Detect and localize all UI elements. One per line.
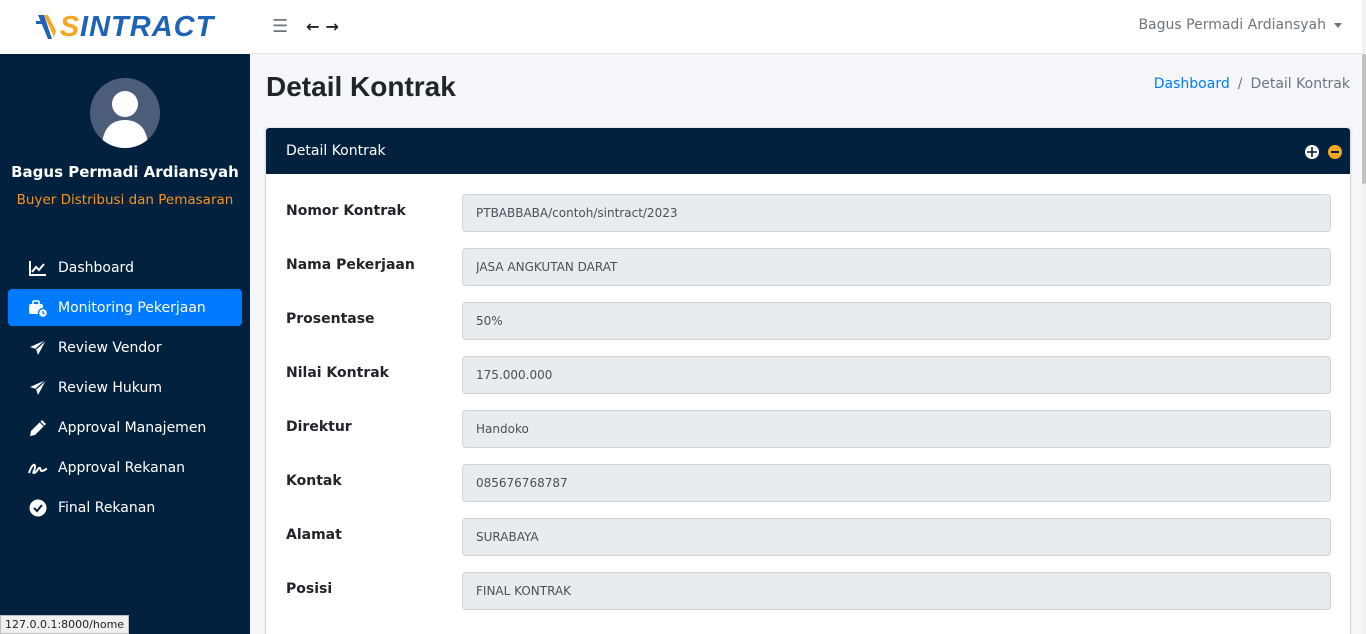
breadcrumb-separator: / (1237, 76, 1243, 92)
brand-name: SINTRACT (59, 10, 215, 43)
field-nomor-kontrak: Nomor Kontrak (286, 194, 1331, 232)
main-content: Detail Kontrak Dashboard / Detail Kontra… (250, 54, 1362, 634)
nomor-kontrak-input[interactable] (462, 194, 1331, 232)
field-prosentase: Prosentase (286, 302, 1331, 340)
page-scrollbar[interactable] (1362, 0, 1366, 634)
history-nav: ← → (306, 17, 339, 36)
sidebar-item-final-rekanan[interactable]: Final Rekanan (8, 489, 242, 526)
sidebar-item-monitoring-pekerjaan[interactable]: Monitoring Pekerjaan (8, 289, 242, 326)
breadcrumb-current: Detail Kontrak (1250, 76, 1350, 92)
breadcrumb-dashboard-link[interactable]: Dashboard (1154, 76, 1230, 92)
paper-plane-icon (28, 338, 48, 358)
field-label: Nama Pekerjaan (286, 257, 415, 273)
sidebar-item-label: Approval Manajemen (58, 419, 207, 436)
sidebar-item-approval-rekanan[interactable]: Approval Rekanan (8, 449, 242, 486)
logo-mark-icon (35, 15, 56, 39)
detail-kontrak-card: Detail Kontrak Nomor Kontrak Nama Pekerj… (266, 128, 1350, 634)
card-header: Detail Kontrak (266, 128, 1350, 174)
sidebar-item-review-vendor[interactable]: Review Vendor (8, 329, 242, 366)
sidebar-item-label: Monitoring Pekerjaan (58, 299, 206, 316)
brand-logo-area[interactable]: SINTRACT (0, 0, 250, 54)
signature-icon (28, 458, 48, 478)
sidebar-item-label: Dashboard (58, 259, 134, 276)
sidebar-item-label: Approval Rekanan (58, 459, 186, 476)
direktur-input[interactable] (462, 410, 1331, 448)
prosentase-input[interactable] (462, 302, 1331, 340)
chart-line-icon (28, 258, 48, 278)
field-alamat: Alamat (286, 518, 1331, 556)
posisi-input[interactable] (462, 572, 1331, 610)
top-navbar: ☰ ← → Bagus Permadi Ardiansyah (250, 0, 1362, 54)
nilai-kontrak-input[interactable] (462, 356, 1331, 394)
field-nilai-kontrak: Nilai Kontrak (286, 356, 1331, 394)
page-title: Detail Kontrak (266, 71, 456, 102)
field-label: Kontak (286, 473, 342, 489)
sidebar-item-approval-manajemen[interactable]: Approval Manajemen (8, 409, 242, 446)
field-nama-pekerjaan: Nama Pekerjaan (286, 248, 1331, 286)
sidebar-user-name: Bagus Permadi Ardiansyah (11, 163, 239, 181)
card-title: Detail Kontrak (286, 143, 386, 159)
sidebar-user-role: Buyer Distribusi dan Pemasaran (16, 192, 234, 208)
paper-plane-icon (28, 378, 48, 398)
card-tools (1305, 145, 1342, 159)
move-icon[interactable] (1305, 145, 1319, 159)
forward-arrow-icon[interactable]: → (326, 17, 339, 36)
briefcase-clock-icon (28, 298, 48, 318)
avatar (90, 78, 160, 148)
field-label: Alamat (286, 527, 342, 543)
scrollbar-thumb[interactable] (1362, 54, 1366, 184)
sidebar-item-review-hukum[interactable]: Review Hukum (8, 369, 242, 406)
hamburger-menu-icon[interactable]: ☰ (272, 17, 288, 36)
user-silhouette-icon (102, 91, 148, 148)
sidebar-menu: Dashboard Monitoring Pekerjaan Review Ve… (8, 249, 242, 529)
sidebar-item-dashboard[interactable]: Dashboard (8, 249, 242, 286)
sidebar-item-label: Final Rekanan (58, 499, 156, 516)
field-label: Prosentase (286, 311, 375, 327)
sidebar-item-label: Review Hukum (58, 379, 162, 396)
sidebar-item-label: Review Vendor (58, 339, 162, 356)
field-label: Nomor Kontrak (286, 203, 406, 219)
check-circle-icon (28, 498, 48, 518)
back-arrow-icon[interactable]: ← (306, 17, 319, 36)
field-label: Direktur (286, 419, 352, 435)
collapse-icon[interactable] (1328, 145, 1342, 159)
field-label: Posisi (286, 581, 333, 597)
user-dropdown[interactable]: Bagus Permadi Ardiansyah (1138, 17, 1342, 33)
sidebar: Bagus Permadi Ardiansyah Buyer Distribus… (0, 54, 250, 634)
alamat-input[interactable] (462, 518, 1331, 556)
breadcrumb: Dashboard / Detail Kontrak (1154, 76, 1350, 92)
field-kontak: Kontak (286, 464, 1331, 502)
sintract-logo: SINTRACT (35, 10, 215, 44)
nama-pekerjaan-input[interactable] (462, 248, 1331, 286)
user-dropdown-label: Bagus Permadi Ardiansyah (1138, 17, 1326, 33)
caret-down-icon (1334, 22, 1342, 28)
kontak-input[interactable] (462, 464, 1331, 502)
field-posisi: Posisi (286, 572, 1331, 610)
pen-icon (28, 418, 48, 438)
field-direktur: Direktur (286, 410, 1331, 448)
field-label: Nilai Kontrak (286, 365, 389, 381)
status-bar-url: 127.0.0.1:8000/home (0, 615, 130, 634)
